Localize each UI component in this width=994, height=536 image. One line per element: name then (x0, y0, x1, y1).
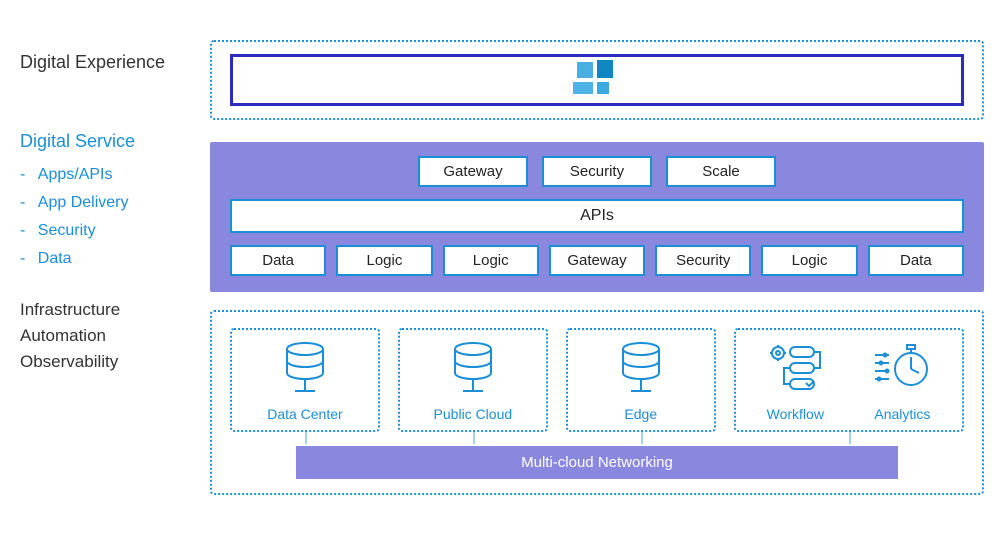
infra-label-edge: Edge (574, 406, 708, 422)
chip-gateway-bottom: Gateway (549, 245, 645, 276)
service-bottom-row: Data Logic Logic Gateway Security Logic … (230, 245, 964, 276)
subitem-apps-apis: Apps/APIs (20, 166, 210, 184)
subitem-security: Security (20, 222, 210, 240)
analytics-icon (873, 340, 931, 400)
chip-data-2: Data (868, 245, 964, 276)
labels-column: Digital Experience Digital Service Apps/… (20, 40, 210, 495)
digital-service-sublist: Apps/APIs App Delivery Security Data (20, 166, 210, 268)
experience-app-frame (230, 54, 964, 106)
multi-cloud-networking-bar: Multi-cloud Networking (296, 446, 898, 479)
infra-cell-workflow-analytics: Workflow (734, 328, 964, 432)
label-observability: Observability (20, 352, 210, 372)
label-automation: Automation (20, 326, 210, 346)
subitem-data: Data (20, 250, 210, 268)
workflow-icon (766, 340, 824, 400)
chip-logic-1: Logic (336, 245, 432, 276)
label-digital-service: Digital Service (20, 131, 210, 152)
infra-label-data-center: Data Center (238, 406, 372, 422)
infrastructure-layer: Data Center Public Cloud (210, 310, 984, 495)
apis-bar: APIs (230, 199, 964, 233)
label-infrastructure: Infrastructure (20, 300, 210, 320)
digital-service-layer: Gateway Security Scale APIs Data Logic L… (210, 142, 984, 292)
chip-logic-2: Logic (443, 245, 539, 276)
infra-label-workflow: Workflow (766, 406, 824, 422)
chip-gateway-top: Gateway (418, 156, 528, 187)
label-digital-experience: Digital Experience (20, 52, 210, 73)
diagram-column: Gateway Security Scale APIs Data Logic L… (210, 40, 984, 495)
infra-label-public-cloud: Public Cloud (406, 406, 540, 422)
database-icon (574, 340, 708, 400)
digital-experience-layer (210, 40, 984, 120)
chip-data-1: Data (230, 245, 326, 276)
database-icon (238, 340, 372, 400)
subitem-app-delivery: App Delivery (20, 194, 210, 212)
architecture-diagram: Digital Experience Digital Service Apps/… (0, 0, 994, 515)
service-top-row: Gateway Security Scale (230, 156, 964, 187)
infra-label-analytics: Analytics (873, 406, 931, 422)
label-infrastructure-group: Infrastructure Automation Observability (20, 300, 210, 372)
infra-cell-public-cloud: Public Cloud (398, 328, 548, 432)
infra-row: Data Center Public Cloud (230, 328, 964, 432)
chip-security-top: Security (542, 156, 652, 187)
chip-logic-3: Logic (761, 245, 857, 276)
database-icon (406, 340, 540, 400)
tiles-icon (577, 62, 617, 98)
chip-security-bottom: Security (655, 245, 751, 276)
infra-cell-edge: Edge (566, 328, 716, 432)
chip-scale: Scale (666, 156, 776, 187)
infra-cell-data-center: Data Center (230, 328, 380, 432)
